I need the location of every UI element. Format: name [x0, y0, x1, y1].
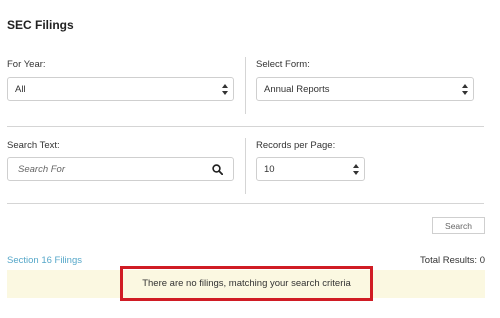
- search-input[interactable]: [9, 159, 199, 179]
- year-select-value: All: [15, 83, 26, 95]
- search-button[interactable]: Search: [432, 217, 485, 234]
- select-arrows-icon: [462, 83, 468, 96]
- no-results-message: There are no filings, matching your sear…: [120, 266, 373, 301]
- select-arrows-icon: [222, 83, 228, 96]
- form-label: Select Form:: [256, 59, 310, 70]
- magnifier-icon[interactable]: [212, 164, 223, 175]
- records-select-value: 10: [264, 163, 275, 175]
- year-select[interactable]: All: [7, 77, 234, 101]
- records-select[interactable]: 10: [256, 157, 365, 181]
- records-label: Records per Page:: [256, 140, 336, 151]
- total-results: Total Results: 0: [420, 255, 485, 266]
- search-field[interactable]: [7, 157, 234, 181]
- column-divider: [245, 138, 246, 194]
- year-label: For Year:: [7, 59, 46, 70]
- form-select[interactable]: Annual Reports: [256, 77, 474, 101]
- page-title: SEC Filings: [7, 18, 74, 32]
- column-divider: [245, 57, 246, 114]
- no-results-text: There are no filings, matching your sear…: [142, 278, 351, 289]
- select-arrows-icon: [353, 163, 359, 176]
- divider: [7, 203, 484, 204]
- form-select-value: Annual Reports: [264, 83, 330, 95]
- search-text-label: Search Text:: [7, 140, 60, 151]
- section-16-filings-link[interactable]: Section 16 Filings: [7, 255, 82, 266]
- divider: [7, 126, 484, 127]
